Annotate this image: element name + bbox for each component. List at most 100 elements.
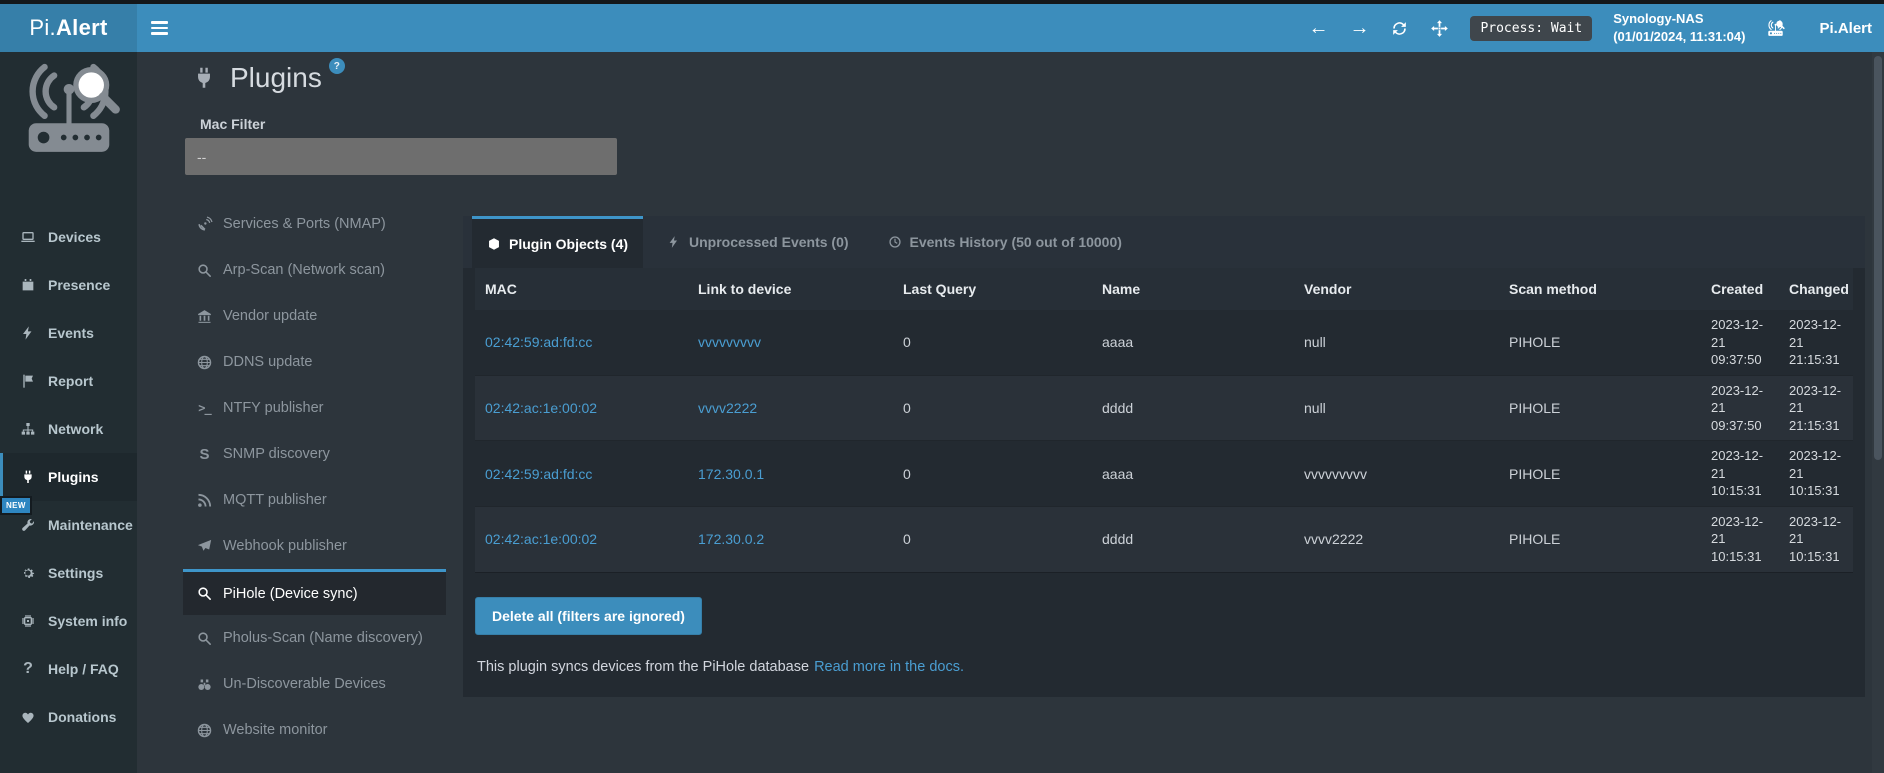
sidebar: Devices Presence Events Report Network P… <box>0 52 137 773</box>
cell-scan-method: PIHOLE <box>1499 375 1701 441</box>
scrollbar-thumb[interactable] <box>1874 56 1882 460</box>
sidebar-item-label: Report <box>48 373 93 389</box>
question-icon: ? <box>17 660 39 678</box>
sidebar-item-label: Plugins <box>48 469 99 485</box>
delete-all-button[interactable]: Delete all (filters are ignored) <box>475 597 702 635</box>
plugin-description-text: This plugin syncs devices from the PiHol… <box>477 659 809 675</box>
topbar-actions: ← → Process: Wait Synology-NAS (01/01/20… <box>1308 4 1884 52</box>
plugin-item-pholus-scan[interactable]: Pholus-Scan (Name discovery) <box>183 615 446 661</box>
plugin-item-label: DDNS update <box>223 354 312 370</box>
globe-icon <box>195 354 214 371</box>
mac-filter-label: Mac Filter <box>200 116 1884 132</box>
cell-created: 2023-12-21 10:15:31 <box>1701 441 1779 507</box>
arrow-right-icon[interactable]: → <box>1349 18 1369 38</box>
clock-icon <box>888 235 902 249</box>
sidebar-item-network[interactable]: Network <box>0 405 137 453</box>
plugin-item-services-ports[interactable]: Services & Ports (NMAP) <box>183 201 446 247</box>
device-link[interactable]: vvvvvvvvv <box>698 334 761 350</box>
docs-link[interactable]: Read more in the docs. <box>814 659 964 675</box>
device-link[interactable]: vvvv2222 <box>698 400 757 416</box>
plug-icon <box>191 65 217 91</box>
tab-unprocessed-events[interactable]: Unprocessed Events (0) <box>652 216 864 268</box>
bank-icon <box>195 308 214 325</box>
calendar-icon <box>17 277 39 293</box>
mac-link[interactable]: 02:42:ac:1e:00:02 <box>485 400 597 416</box>
table-row: 02:42:59:ad:fd:cc 172.30.0.1 0 aaaa vvvv… <box>475 441 1853 507</box>
brand-alert: Alert <box>56 15 108 41</box>
sidebar-item-report[interactable]: Report <box>0 357 137 405</box>
sidebar-item-label: System info <box>48 613 127 629</box>
plugin-item-undiscoverable-devices[interactable]: Un-Discoverable Devices <box>183 661 446 707</box>
cell-vendor: null <box>1294 375 1499 441</box>
plugin-item-mqtt-publisher[interactable]: MQTT publisher <box>183 477 446 523</box>
binoculars-icon <box>195 676 214 693</box>
mac-link[interactable]: 02:42:ac:1e:00:02 <box>485 531 597 547</box>
col-created: Created <box>1701 268 1779 310</box>
plugin-item-ddns-update[interactable]: DDNS update <box>183 339 446 385</box>
plugin-item-label: Webhook publisher <box>223 538 347 554</box>
device-link[interactable]: 172.30.0.1 <box>698 466 764 482</box>
sidebar-item-label: Settings <box>48 565 103 581</box>
plugin-item-label: Arp-Scan (Network scan) <box>223 262 385 278</box>
cell-name: aaaa <box>1092 441 1294 507</box>
help-badge[interactable]: ? <box>329 58 345 74</box>
device-link[interactable]: 172.30.0.2 <box>698 531 764 547</box>
plugin-item-arp-scan[interactable]: Arp-Scan (Network scan) <box>183 247 446 293</box>
send-icon <box>195 538 214 555</box>
tab-label: Events History (50 out of 10000) <box>910 234 1122 250</box>
cube-icon <box>487 237 501 251</box>
vertical-scrollbar[interactable] <box>1872 52 1884 773</box>
plugin-item-pihole-device-sync[interactable]: PiHole (Device sync) <box>183 569 446 615</box>
sidebar-item-donations[interactable]: Donations <box>0 693 137 741</box>
plugin-item-ntfy-publisher[interactable]: >_NTFY publisher <box>183 385 446 431</box>
sidebar-item-help-faq[interactable]: ?Help / FAQ <box>0 645 137 693</box>
cell-last-query: 0 <box>893 441 1092 507</box>
brand-logo[interactable]: Pi.Alert <box>0 4 137 52</box>
menu-toggle-icon[interactable] <box>151 11 185 45</box>
host-name: Synology-NAS <box>1613 10 1745 28</box>
col-scan-method: Scan method <box>1499 268 1701 310</box>
sidebar-item-settings[interactable]: Settings <box>0 549 137 597</box>
terminal-icon: >_ <box>195 401 214 415</box>
window-top-edge <box>0 0 1884 4</box>
sitemap-icon <box>17 421 39 437</box>
flag-icon <box>17 373 39 389</box>
refresh-icon[interactable] <box>1390 19 1409 38</box>
move-icon[interactable] <box>1430 19 1449 38</box>
cell-name: dddd <box>1092 506 1294 572</box>
plugin-item-webhook-publisher[interactable]: Webhook publisher <box>183 523 446 569</box>
cell-created: 2023-12-21 09:37:50 <box>1701 375 1779 441</box>
wrench-icon <box>17 517 39 533</box>
process-status-badge: Process: Wait <box>1470 16 1592 41</box>
sidebar-item-system-info[interactable]: System info <box>0 597 137 645</box>
sidebar-item-label: Devices <box>48 229 101 245</box>
main-content: Plugins ? Mac Filter Services & Ports (N… <box>137 52 1884 773</box>
table-row: 02:42:59:ad:fd:cc vvvvvvvvv 0 aaaa null … <box>475 310 1853 375</box>
mac-link[interactable]: 02:42:59:ad:fd:cc <box>485 466 592 482</box>
sidebar-item-devices[interactable]: Devices <box>0 213 137 261</box>
tab-plugin-objects[interactable]: Plugin Objects (4) <box>472 216 643 268</box>
col-link-to-device: Link to device <box>688 268 893 310</box>
plugin-item-vendor-update[interactable]: Vendor update <box>183 293 446 339</box>
sidebar-item-label: Presence <box>48 277 110 293</box>
table-header-row: MAC Link to device Last Query Name Vendo… <box>475 268 1853 310</box>
sidebar-item-plugins[interactable]: Plugins <box>0 453 137 501</box>
plugin-item-website-monitor[interactable]: Website monitor <box>183 707 446 753</box>
sidebar-item-presence[interactable]: Presence <box>0 261 137 309</box>
plugin-item-snmp-discovery[interactable]: S SNMP discovery <box>183 431 446 477</box>
mac-link[interactable]: 02:42:59:ad:fd:cc <box>485 334 592 350</box>
bolt-icon <box>667 235 681 249</box>
sidebar-item-events[interactable]: Events <box>0 309 137 357</box>
plugin-item-label: SNMP discovery <box>223 446 330 462</box>
host-info: Synology-NAS (01/01/2024, 11:31:04) <box>1613 10 1745 45</box>
gear-icon <box>17 565 39 581</box>
arrow-left-icon[interactable]: ← <box>1308 18 1328 38</box>
col-changed: Changed <box>1779 268 1853 310</box>
sidebar-item-label: Maintenance <box>48 517 133 533</box>
plugin-description: This plugin syncs devices from the PiHol… <box>477 659 1865 675</box>
mac-filter-input[interactable] <box>185 138 617 175</box>
brand-pi: Pi. <box>29 15 56 41</box>
letter-s-icon: S <box>195 446 214 463</box>
search-icon <box>195 262 214 279</box>
tab-events-history[interactable]: Events History (50 out of 10000) <box>873 216 1137 268</box>
